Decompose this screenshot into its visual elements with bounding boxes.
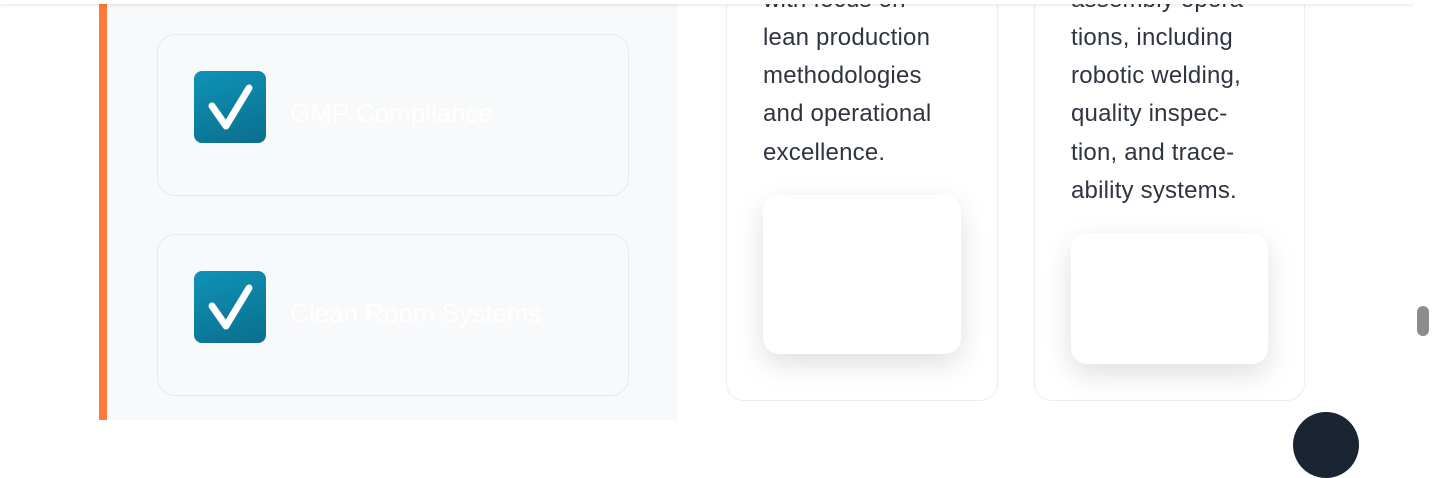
feature-label: GMP Compliance [290,98,494,128]
card-description-line: robotic welding, [1071,62,1241,89]
feature-label: Clean Room Systems [290,298,542,328]
card-description-line: tions, including [1071,24,1233,51]
accent-bar [99,0,107,420]
checkmark-icon [194,271,266,343]
feature-card-gmp: GMP Compliance [157,34,629,196]
card-description-line: excellence. [763,139,886,166]
image-placeholder [763,195,961,354]
scrollbar-thumb[interactable] [1417,306,1429,336]
top-header-edge [0,0,1412,4]
card-description-line: quality inspec- [1071,100,1228,127]
card-description-line: ability systems. [1071,177,1237,204]
card-description-line: lean production [763,24,931,51]
chat-button[interactable] [1293,412,1359,478]
checkmark-icon [194,71,266,143]
card-description-line: and operational [763,100,932,127]
card-description-line: tion, and trace- [1071,139,1235,166]
image-placeholder [1071,233,1268,364]
feature-card-clean-room: Clean Room Systems [157,234,629,396]
card-description-line: methodologies [763,62,922,89]
